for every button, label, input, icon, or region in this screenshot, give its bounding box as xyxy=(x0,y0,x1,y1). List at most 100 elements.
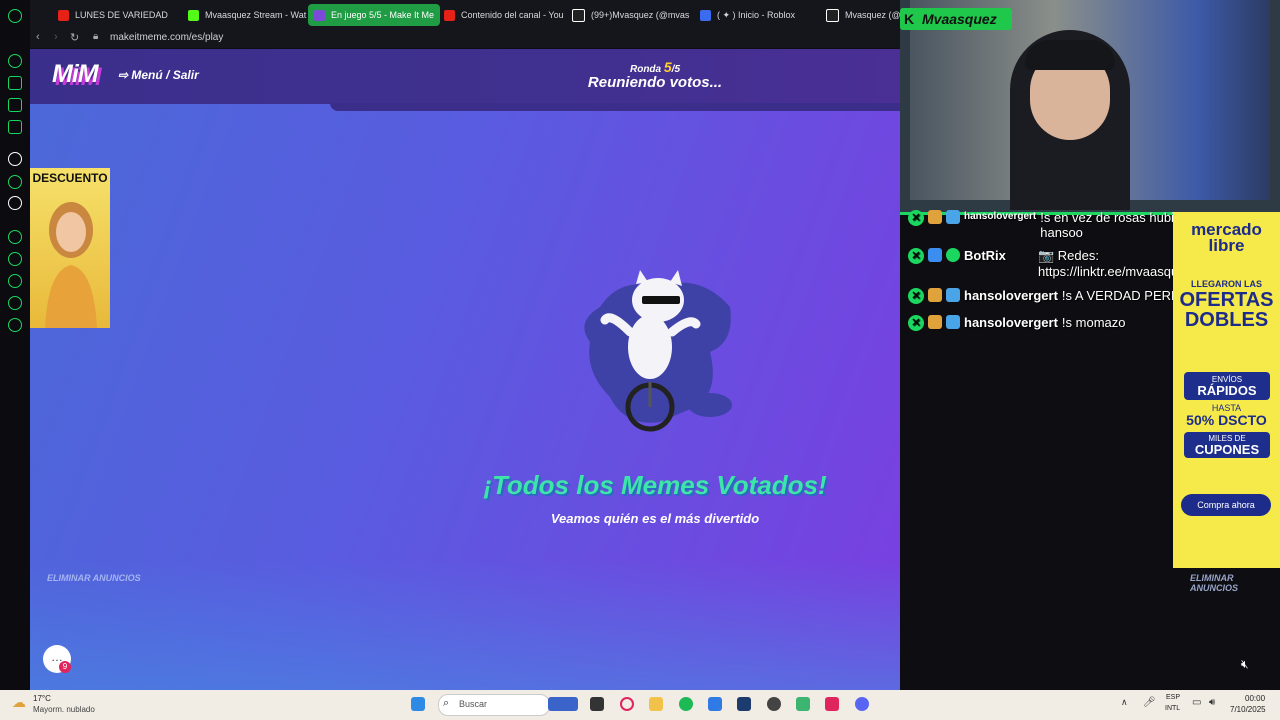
volume-icon[interactable]: 🔊︎ xyxy=(1209,697,1215,708)
game-bottom-glow xyxy=(30,560,900,690)
stream-chat: ✕ hansolovergert !s en vez de rosas hubi… xyxy=(900,205,1239,345)
tiktok-icon xyxy=(572,8,585,22)
cat-unicycle-mascot xyxy=(584,270,732,432)
obs-icon[interactable] xyxy=(767,697,781,711)
headline: ¡Todos los Memes Votados! xyxy=(483,470,827,500)
vscode-icon[interactable] xyxy=(737,697,751,711)
remove-ads-left-link[interactable]: ELIMINAR ANUNCIOS xyxy=(47,573,141,583)
bag-icon[interactable] xyxy=(8,76,22,90)
right-ad-banner[interactable]: mercado libre LLEGARON LAS OFERTAS DOBLE… xyxy=(1173,212,1280,568)
youtube-icon xyxy=(58,9,69,21)
m-icon[interactable] xyxy=(8,120,22,134)
clock-date[interactable]: 7/10/2025 xyxy=(1230,705,1266,714)
discord-icon[interactable] xyxy=(855,697,869,711)
keyboard-lang[interactable]: ESP xyxy=(1166,694,1180,701)
gx-corner-icon[interactable] xyxy=(8,650,22,664)
subheadline: Veamos quién es el más divertido xyxy=(550,511,760,526)
game-logo[interactable]: MiM xyxy=(52,60,99,89)
spotify-icon[interactable] xyxy=(679,697,693,711)
weather-temp[interactable]: 17°C xyxy=(33,694,51,703)
webcam-feed xyxy=(900,0,1280,215)
x-icon[interactable] xyxy=(8,196,22,210)
search-label: Buscar xyxy=(459,699,488,709)
lock-icon: 🔒︎ xyxy=(93,31,99,42)
task-view-icon[interactable] xyxy=(590,697,604,711)
heart-icon[interactable] xyxy=(8,252,22,266)
mute-icon[interactable]: 🔇︎ xyxy=(1241,657,1249,672)
weather-desc[interactable]: Mayorm. nublado xyxy=(33,705,95,714)
ad-box-shipping: ENVÍOS RÁPIDOS xyxy=(1184,372,1270,400)
browser-sidebar xyxy=(0,0,30,690)
streamer-name: Mvaasquez xyxy=(922,11,997,27)
verified-badge-icon xyxy=(946,248,960,262)
tiktok-icon xyxy=(826,8,839,22)
windows-taskbar xyxy=(0,690,1280,720)
app-icon[interactable] xyxy=(796,697,810,711)
header-strip xyxy=(330,103,900,111)
browser-tab-1[interactable]: LUNES DE VARIEDAD xyxy=(52,4,182,26)
sub-badge-icon xyxy=(946,315,960,329)
browser-tab-5[interactable]: (99+)Mvasquez (@mvas xyxy=(566,4,698,26)
forward-icon[interactable]: › xyxy=(54,31,58,43)
ad-box-coupons: MILES DE CUPONES xyxy=(1184,432,1270,458)
kick-x-icon: ✕ xyxy=(908,248,924,264)
game-status: Reuniendo votos... xyxy=(587,74,723,91)
kick-x-icon: ✕ xyxy=(908,288,924,304)
address-bar: ‹ › ↻ 🔒︎ makeitmeme.com/es/play xyxy=(30,28,900,48)
clock-time[interactable]: 00:00 xyxy=(1245,694,1265,703)
browser-tab-6[interactable]: ( ✦ ) Inicio - Roblox xyxy=(694,4,826,26)
bot-badge-icon xyxy=(928,248,942,262)
tray-chevron-icon[interactable]: ∧ xyxy=(1121,697,1128,708)
buy-now-button[interactable]: Compra ahora xyxy=(1181,494,1271,516)
sub-badge-icon xyxy=(946,210,960,224)
browser-tab-7[interactable]: Mvasquez (@m xyxy=(820,4,912,26)
keyboard-layout[interactable]: INTL xyxy=(1165,705,1180,712)
settings-icon[interactable] xyxy=(8,318,22,332)
browser-tab-3[interactable]: En juego 5/5 - Make It Me xyxy=(308,4,440,26)
kick-icon xyxy=(188,9,199,21)
opera-gx-icon[interactable] xyxy=(8,9,22,23)
left-ad-banner[interactable]: DESCUENTO xyxy=(30,168,110,328)
search-icon: ⌕ xyxy=(443,697,450,709)
crown-badge-icon xyxy=(928,210,942,224)
extensions-icon[interactable] xyxy=(8,296,22,310)
whatsapp-icon[interactable] xyxy=(8,175,22,189)
kick-x-icon: ✕ xyxy=(908,210,924,226)
store-icon[interactable] xyxy=(708,697,722,711)
round-indicator: Ronda 5/5 xyxy=(629,59,681,75)
windows-start-icon[interactable] xyxy=(411,697,425,711)
network-icon[interactable]: ▭ xyxy=(1192,697,1201,708)
crown-badge-icon xyxy=(928,288,942,302)
tiktok-taskbar-icon[interactable] xyxy=(825,697,839,711)
roblox-icon xyxy=(700,9,711,21)
microphone-icon[interactable]: 🎤︎ xyxy=(1143,697,1156,708)
kick-x-icon: ✕ xyxy=(908,315,924,331)
compass-icon[interactable] xyxy=(8,152,22,166)
browser-tab-2[interactable]: Mvaasquez Stream - Wat xyxy=(182,4,310,26)
stats-icon[interactable] xyxy=(8,98,22,112)
file-explorer-icon[interactable] xyxy=(649,697,663,711)
browser-tab-4[interactable]: Contenido del canal - You xyxy=(438,4,568,26)
widgets-icon[interactable] xyxy=(548,697,578,711)
crown-badge-icon xyxy=(928,315,942,329)
back-icon[interactable]: ‹ xyxy=(36,31,40,43)
kick-logo-icon: K xyxy=(904,11,915,27)
sub-badge-icon xyxy=(946,288,960,302)
remove-ads-right-link[interactable]: ELIMINAR ANUNCIOS xyxy=(1190,573,1280,593)
ad-portrait-image xyxy=(45,202,97,328)
speed-dial-icon[interactable] xyxy=(8,54,22,68)
exit-icon: ⇨ xyxy=(118,68,132,82)
more-icon[interactable] xyxy=(8,672,22,686)
youtube-icon xyxy=(444,9,455,21)
history-icon[interactable] xyxy=(8,274,22,288)
reload-icon[interactable]: ↻ xyxy=(70,31,79,44)
opera-gx-taskbar-icon[interactable] xyxy=(620,697,634,711)
url-field[interactable]: makeitmeme.com/es/play xyxy=(110,32,223,43)
makeitmeme-icon xyxy=(314,9,325,21)
weather-icon[interactable]: ☁︎ xyxy=(12,694,26,711)
player-icon[interactable] xyxy=(8,230,22,244)
chat-button[interactable]: … 9 xyxy=(43,645,71,673)
chat-badge: 9 xyxy=(59,661,71,673)
taskbar-search[interactable] xyxy=(438,694,550,716)
menu-exit-button[interactable]: ⇨ Menú / Salir xyxy=(118,68,199,82)
